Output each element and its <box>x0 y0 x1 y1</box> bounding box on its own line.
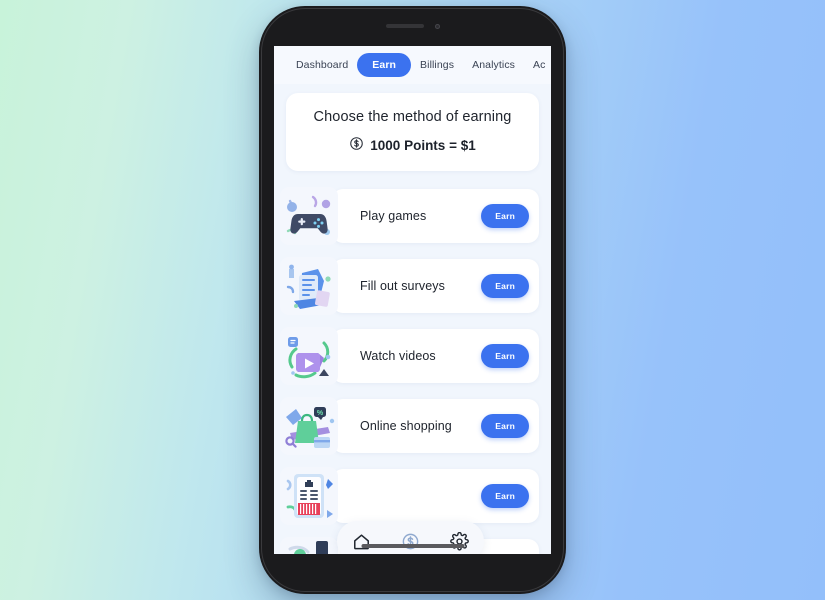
points-rate-row: 1000 Points = $1 <box>296 136 529 154</box>
earn-button[interactable]: Earn <box>481 484 529 508</box>
list-item-label: Watch videos <box>360 349 436 363</box>
earn-button[interactable]: Earn <box>481 204 529 228</box>
list-item-card: Earn <box>332 469 539 523</box>
bottom-navigation-bar <box>337 521 484 554</box>
tab-billings[interactable]: Billings <box>411 53 463 77</box>
svg-text:%: % <box>317 410 324 417</box>
page-title: Choose the method of earning <box>313 109 512 125</box>
phone-screen: Dashboard Earn Billings Analytics Ac Cho… <box>274 46 551 554</box>
header-card: Choose the method of earning 1000 Points… <box>286 93 539 171</box>
home-indicator <box>361 544 464 548</box>
dollar-circle-icon <box>349 136 364 154</box>
game-controller-illustration-icon <box>280 187 338 245</box>
top-tab-bar: Dashboard Earn Billings Analytics Ac <box>274 46 551 84</box>
video-play-illustration-icon <box>280 327 338 385</box>
phone-top-bezel <box>259 6 566 46</box>
tab-dashboard[interactable]: Dashboard <box>287 53 357 77</box>
tab-account[interactable]: Ac <box>524 53 551 77</box>
list-item[interactable]: Watch videos Earn <box>274 321 551 391</box>
survey-clipboard-illustration-icon <box>280 257 338 315</box>
list-item[interactable]: Fill out surveys Earn <box>274 251 551 321</box>
phone-mockup: Dashboard Earn Billings Analytics Ac Cho… <box>259 6 566 594</box>
list-item[interactable]: Play games Earn <box>274 181 551 251</box>
tab-analytics[interactable]: Analytics <box>463 53 524 77</box>
list-item-card: Fill out surveys Earn <box>332 259 539 313</box>
list-item-label: Online shopping <box>360 419 452 433</box>
front-camera-icon <box>434 23 440 29</box>
receipt-illustration-icon <box>280 467 338 525</box>
shopping-bag-illustration-icon: % <box>280 397 338 455</box>
list-item-label: Fill out surveys <box>360 279 445 293</box>
tab-earn[interactable]: Earn <box>357 53 412 77</box>
earn-button[interactable]: Earn <box>481 344 529 368</box>
earn-button[interactable]: Earn <box>481 274 529 298</box>
list-item-label: Play games <box>360 209 427 223</box>
earning-methods-list: Play games Earn Fill out surveys Earn Wa… <box>274 181 551 554</box>
list-item[interactable]: % Online shopping Earn <box>274 391 551 461</box>
points-rate-text: 1000 Points = $1 <box>370 137 476 153</box>
list-item-card: Online shopping Earn <box>332 399 539 453</box>
list-item-card: Watch videos Earn <box>332 329 539 383</box>
list-item-card: Play games Earn <box>332 189 539 243</box>
speaker-grille-icon <box>385 24 424 28</box>
partial-illustration-icon <box>280 537 338 554</box>
earn-button[interactable]: Earn <box>481 414 529 438</box>
